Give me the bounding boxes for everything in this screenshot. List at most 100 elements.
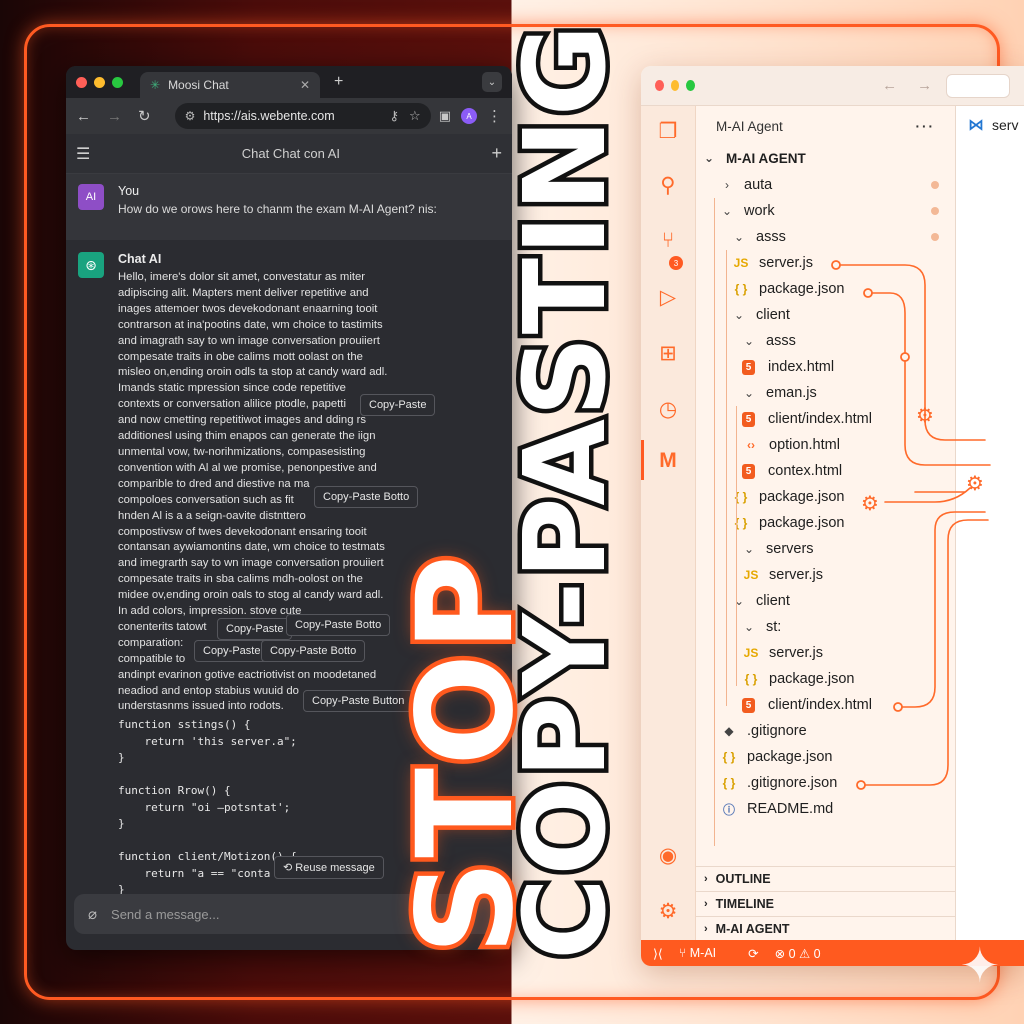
explorer-files-icon[interactable]: ❐ <box>653 116 683 146</box>
run-debug-icon[interactable]: ▷ <box>653 282 683 312</box>
headline-copy-pasting: COPY-PASTING <box>497 18 636 965</box>
command-center-search[interactable] <box>946 73 1010 98</box>
problems-indicator[interactable]: ⊗ 0 ⚠ 0 <box>775 946 821 961</box>
tree-item-label: server.js <box>759 255 813 271</box>
tree-item[interactable]: ⌄ asss <box>696 329 955 353</box>
git-file-icon: ◆ <box>724 724 734 738</box>
browser-tabbar: ✳ Moosi Chat ✕ + ⌄ <box>66 66 512 98</box>
forward-arrow-icon[interactable]: → <box>917 77 932 94</box>
copy-paste-button[interactable]: Copy-Paste <box>217 618 293 640</box>
key-icon[interactable]: ⚷ <box>390 108 400 123</box>
m-ai-agent-logo-icon[interactable]: M <box>653 446 683 476</box>
tree-item[interactable]: ⌄ work <box>696 199 955 223</box>
tree-item[interactable]: { } package.json <box>696 277 955 301</box>
browser-tab[interactable]: ✳ Moosi Chat ✕ <box>140 72 320 98</box>
tree-item[interactable]: 5 client/index.html <box>696 407 955 431</box>
close-window-button[interactable] <box>655 80 664 91</box>
tree-item[interactable]: { } package.json <box>696 745 955 769</box>
copy-paste-button[interactable]: Copy-Paste Botto <box>286 614 391 636</box>
tree-item[interactable]: ⌄ servers <box>696 537 955 561</box>
chevron-down-icon: ⌄ <box>743 386 755 400</box>
site-info-icon[interactable]: ⚙ <box>185 109 196 123</box>
assistant-text-line: and now cmetting repetitiwot images and … <box>118 414 367 427</box>
tree-item[interactable]: ⌄ client <box>696 589 955 613</box>
sync-icon[interactable]: ⟳ <box>748 946 758 961</box>
json-file-icon: { } <box>734 282 748 296</box>
tree-item[interactable]: ⌄ asss <box>696 225 955 249</box>
outline-panel[interactable]: › OUTLINE <box>696 866 955 891</box>
tree-item[interactable]: ⌄ st: <box>696 615 955 639</box>
maximize-window-button[interactable] <box>112 76 123 88</box>
browser-menu-icon[interactable]: ⋮ <box>487 107 502 125</box>
tree-item[interactable]: 5 index.html <box>696 355 955 379</box>
attach-paperclip-icon[interactable]: ⌀ <box>88 905 97 923</box>
tab-close-icon[interactable]: ✕ <box>300 78 310 92</box>
profile-avatar[interactable]: A <box>461 108 477 124</box>
indent-guide <box>736 406 737 686</box>
tree-item[interactable]: › auta <box>696 173 955 197</box>
copy-paste-button[interactable]: Copy-Paste <box>194 640 270 662</box>
url-field[interactable]: ⚙ https://ais.webente.com ⚷ ☆ <box>174 103 431 129</box>
user-message-text: How do we orows here to chanm the exam M… <box>118 202 437 216</box>
tree-item[interactable]: ‹› option.html <box>696 433 955 457</box>
tree-item-label: work <box>744 203 775 219</box>
tree-item[interactable]: { } package.json <box>696 511 955 535</box>
remote-icon[interactable]: ⟩⟨ <box>653 946 663 961</box>
chevron-down-icon: ⌄ <box>703 151 715 165</box>
tree-item-label: package.json <box>747 749 833 765</box>
source-control-icon[interactable]: ⑂ <box>653 226 683 256</box>
assistant-text-line: unmental vow, tw-norihmizations, compase… <box>118 445 366 458</box>
chevron-right-icon: › <box>704 898 708 910</box>
address-bar-row: ← → ↻ ⚙ https://ais.webente.com ⚷ ☆ ▣ A ⋮ <box>66 98 512 134</box>
minimize-window-button[interactable] <box>670 80 680 91</box>
assistant-text-line: compesate traits in obe calims mott oola… <box>118 350 363 363</box>
extensions-icon[interactable]: ⊞ <box>653 338 683 368</box>
minimize-window-button[interactable] <box>94 76 105 88</box>
tree-item[interactable]: ⌄ client <box>696 303 955 327</box>
user-message: AI You How do we orows here to chanm the… <box>66 174 512 240</box>
branch-indicator[interactable]: ⑂ M-AI <box>679 946 732 960</box>
settings-gear-icon[interactable]: ⚙ <box>653 896 683 926</box>
tree-item[interactable]: JS server.js <box>696 641 955 665</box>
tree-item[interactable]: JS server.js <box>696 563 955 587</box>
tree-root-folder[interactable]: ⌄ M-AI AGENT <box>696 146 955 170</box>
tree-item[interactable]: ◆ .gitignore <box>696 719 955 743</box>
tree-item[interactable]: ⓘ README.md <box>696 797 955 821</box>
new-tab-button[interactable]: + <box>334 73 343 91</box>
copy-paste-button[interactable]: Copy-Paste Botto <box>314 486 419 508</box>
account-avatar-icon[interactable]: ◉ <box>653 840 683 870</box>
bookmark-star-icon[interactable]: ☆ <box>409 108 421 123</box>
tree-item-label: .gitignore.json <box>747 775 838 791</box>
tree-item[interactable]: 5 contex.html <box>696 459 955 483</box>
copy-paste-button[interactable]: Copy-Paste <box>360 394 436 416</box>
chevron-down-icon: ⌄ <box>743 620 755 634</box>
copy-paste-button[interactable]: Copy-Paste Botto <box>261 640 366 662</box>
more-actions-icon[interactable]: ··· <box>916 119 936 134</box>
tree-item[interactable]: { } .gitignore.json <box>696 771 955 795</box>
maximize-window-button[interactable] <box>686 80 696 91</box>
tree-item[interactable]: JS server.js <box>696 251 955 275</box>
code-line: function sstings() { <box>118 718 251 732</box>
menu-hamburger-icon[interactable]: ☰ <box>76 144 90 164</box>
tab-search-button[interactable]: ⌄ <box>482 72 502 92</box>
m-ai-agent-panel[interactable]: › M-AI AGENT <box>696 916 955 941</box>
back-arrow-icon[interactable]: ← <box>76 108 91 125</box>
tree-item[interactable]: ⌄ eman.js <box>696 381 955 405</box>
timeline-clock-icon[interactable]: ◷ <box>653 394 683 424</box>
tree-item[interactable]: 5 client/index.html <box>696 693 955 717</box>
editor-tab[interactable]: ⋈ serv <box>956 106 1024 144</box>
timeline-panel[interactable]: › TIMELINE <box>696 891 955 916</box>
sidebar-toggle-icon[interactable]: ▣ <box>439 108 451 124</box>
reload-icon[interactable]: ↻ <box>138 107 151 125</box>
close-window-button[interactable] <box>76 76 87 88</box>
markup-file-icon: ‹› <box>747 438 755 452</box>
reuse-message-button[interactable]: ⟲ Reuse message <box>274 856 384 879</box>
back-arrow-icon[interactable]: ← <box>882 77 897 94</box>
explorer-header: M-AI Agent ··· <box>696 106 955 146</box>
code-line: function Rrow() { <box>118 784 231 798</box>
tree-item-label: package.json <box>769 671 855 687</box>
forward-arrow-icon[interactable]: → <box>107 108 122 125</box>
search-icon[interactable]: ⚲ <box>653 170 683 200</box>
tree-item[interactable]: { } package.json <box>696 667 955 691</box>
tree-item[interactable]: { } package.json <box>696 485 955 509</box>
